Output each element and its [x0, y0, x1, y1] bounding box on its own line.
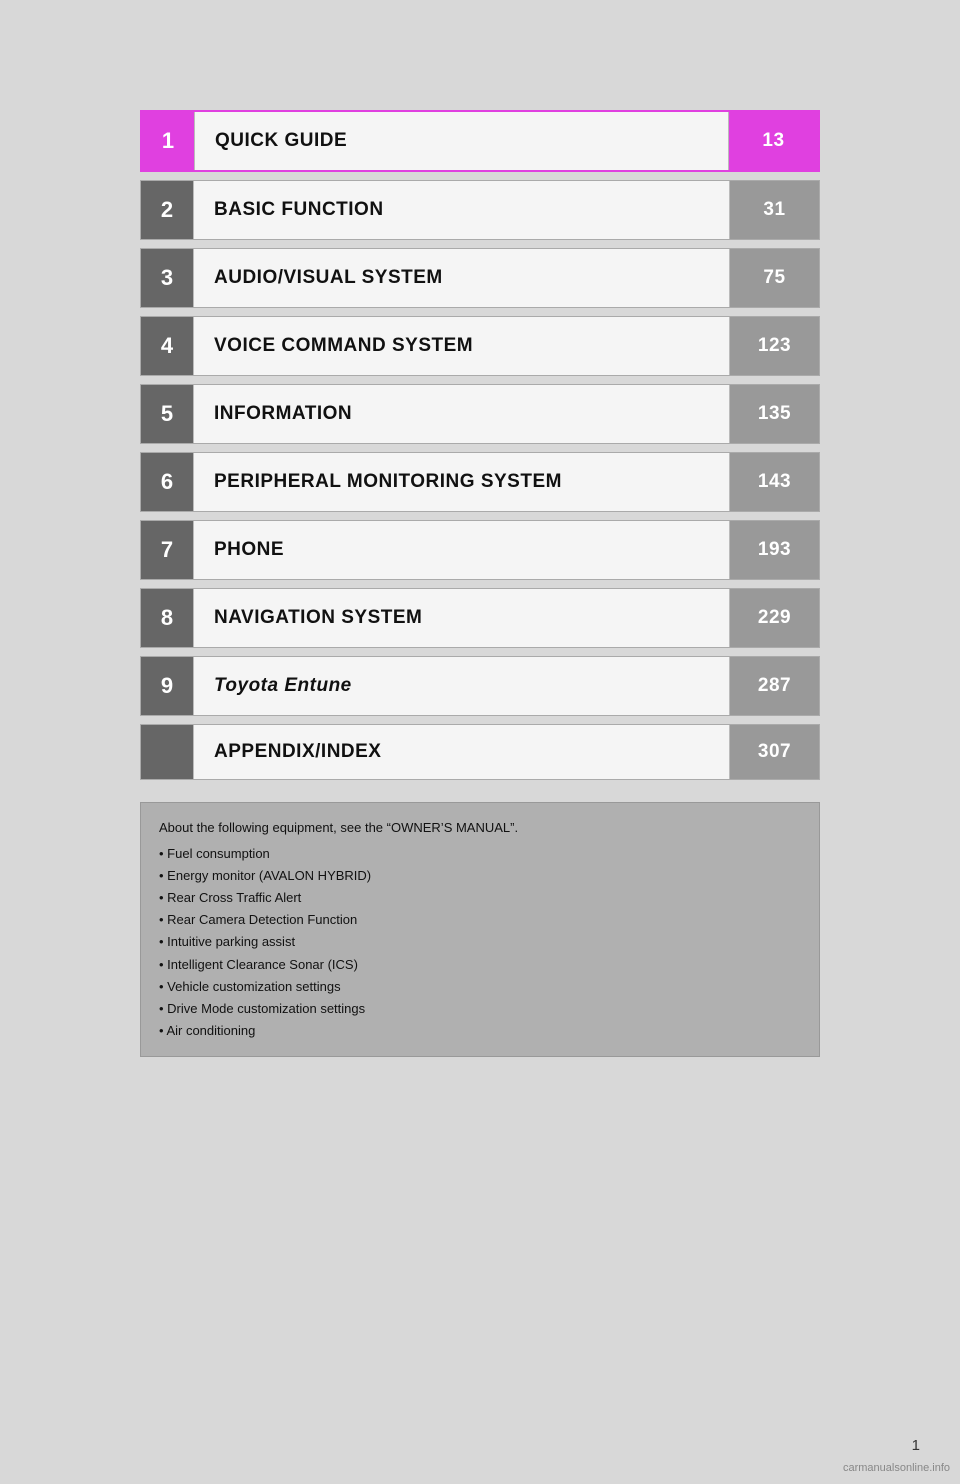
chapter-title-1: QUICK GUIDE	[194, 112, 728, 170]
info-item-5: • Intuitive parking assist	[159, 931, 801, 953]
info-item-2: • Energy monitor (AVALON HYBRID)	[159, 865, 801, 887]
chapter-title-10: APPENDIX/INDEX	[193, 725, 729, 779]
chapter-num-1: 1	[142, 112, 194, 170]
chapter-num-5: 5	[141, 385, 193, 443]
chapter-title-6: PERIPHERAL MONITORING SYSTEM	[193, 453, 729, 511]
chapter-page-6: 143	[729, 453, 819, 511]
info-item-7: • Vehicle customization settings	[159, 976, 801, 998]
chapter-page-2: 31	[729, 181, 819, 239]
chapter-page-3: 75	[729, 249, 819, 307]
info-intro: About the following equipment, see the “…	[159, 817, 801, 839]
watermark: carmanualsonline.info	[843, 1462, 950, 1474]
chapter-title-3: AUDIO/VISUAL SYSTEM	[193, 249, 729, 307]
toc-row-7[interactable]: 7PHONE193	[140, 520, 820, 580]
toc-container: 1QUICK GUIDE132BASIC FUNCTION313AUDIO/VI…	[140, 110, 820, 788]
chapter-title-5: INFORMATION	[193, 385, 729, 443]
info-item-1: • Fuel consumption	[159, 843, 801, 865]
toc-row-2[interactable]: 2BASIC FUNCTION31	[140, 180, 820, 240]
toc-row-6[interactable]: 6PERIPHERAL MONITORING SYSTEM143	[140, 452, 820, 512]
page-number: 1	[912, 1437, 920, 1454]
chapter-num-6: 6	[141, 453, 193, 511]
chapter-title-4: VOICE COMMAND SYSTEM	[193, 317, 729, 375]
info-item-3: • Rear Cross Traffic Alert	[159, 887, 801, 909]
chapter-title-7: PHONE	[193, 521, 729, 579]
chapter-num-9: 9	[141, 657, 193, 715]
toc-row-10[interactable]: APPENDIX/INDEX307	[140, 724, 820, 780]
toc-row-3[interactable]: 3AUDIO/VISUAL SYSTEM75	[140, 248, 820, 308]
info-item-8: • Drive Mode customization settings	[159, 998, 801, 1020]
chapter-title-9: Toyota Entune	[193, 657, 729, 715]
chapter-page-10: 307	[729, 725, 819, 779]
chapter-page-8: 229	[729, 589, 819, 647]
page-container: 1QUICK GUIDE132BASIC FUNCTION313AUDIO/VI…	[0, 0, 960, 1484]
chapter-page-9: 287	[729, 657, 819, 715]
info-item-6: • Intelligent Clearance Sonar (ICS)	[159, 954, 801, 976]
info-box: About the following equipment, see the “…	[140, 802, 820, 1057]
chapter-num-3: 3	[141, 249, 193, 307]
chapter-num-4: 4	[141, 317, 193, 375]
chapter-page-5: 135	[729, 385, 819, 443]
toc-row-1[interactable]: 1QUICK GUIDE13	[140, 110, 820, 172]
info-item-9: • Air conditioning	[159, 1020, 801, 1042]
toc-row-4[interactable]: 4VOICE COMMAND SYSTEM123	[140, 316, 820, 376]
chapter-title-8: NAVIGATION SYSTEM	[193, 589, 729, 647]
chapter-page-7: 193	[729, 521, 819, 579]
chapter-num-2: 2	[141, 181, 193, 239]
chapter-page-1: 13	[728, 112, 818, 170]
toc-row-9[interactable]: 9Toyota Entune287	[140, 656, 820, 716]
chapter-title-2: BASIC FUNCTION	[193, 181, 729, 239]
toc-row-8[interactable]: 8NAVIGATION SYSTEM229	[140, 588, 820, 648]
chapter-num-8: 8	[141, 589, 193, 647]
info-item-4: • Rear Camera Detection Function	[159, 909, 801, 931]
chapter-num-10	[141, 725, 193, 779]
chapter-num-7: 7	[141, 521, 193, 579]
chapter-page-4: 123	[729, 317, 819, 375]
toc-row-5[interactable]: 5INFORMATION135	[140, 384, 820, 444]
